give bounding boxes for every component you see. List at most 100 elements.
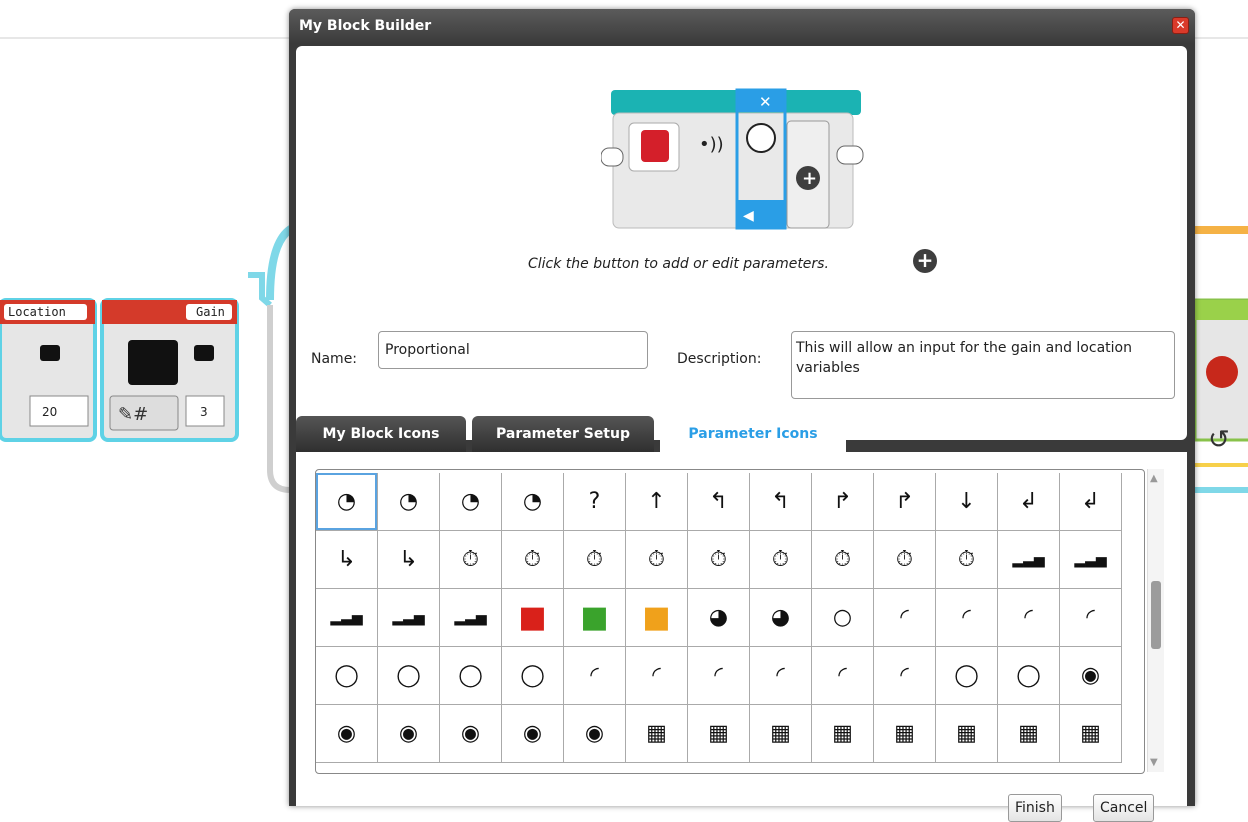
timer-1-icon[interactable]: ⏱ bbox=[502, 531, 564, 589]
gain-value: 3 bbox=[200, 405, 208, 419]
large-motor-icon bbox=[1206, 356, 1238, 388]
tab-parameter-icons[interactable]: Parameter Icons bbox=[660, 416, 846, 452]
tab-parameter-setup[interactable]: Parameter Setup bbox=[472, 416, 654, 452]
arrow-turn-right-icon[interactable]: ↱ bbox=[812, 473, 874, 531]
speedometer-icon[interactable]: ◔ bbox=[502, 473, 564, 531]
display-icon[interactable]: ▦ bbox=[812, 705, 874, 763]
timer-2-icon[interactable]: ⏱ bbox=[564, 531, 626, 589]
finish-button[interactable]: Finish bbox=[1008, 794, 1062, 822]
description-label: Description: bbox=[677, 351, 762, 367]
display-icon[interactable]: ▦ bbox=[998, 705, 1060, 763]
arrow-turn-left-icon[interactable]: ↰ bbox=[750, 473, 812, 531]
arc-light-icon[interactable]: ◜ bbox=[812, 647, 874, 705]
dialog-title: My Block Builder bbox=[299, 18, 432, 34]
display-icon[interactable]: ▦ bbox=[626, 705, 688, 763]
description-field[interactable]: This will allow an input for the gain an… bbox=[791, 331, 1175, 399]
arc-light-icon[interactable]: ◜ bbox=[874, 647, 936, 705]
red-square-icon[interactable]: ■ bbox=[502, 589, 564, 647]
arc-icon[interactable]: ◜ bbox=[874, 589, 936, 647]
speedometer-icon bbox=[746, 123, 776, 153]
arrow-down-left-icon[interactable]: ↲ bbox=[1060, 473, 1122, 531]
arrow-down-icon[interactable]: ↓ bbox=[936, 473, 998, 531]
plus-icon: + bbox=[802, 168, 817, 189]
signal-bars-icon[interactable]: ▂▃▅ bbox=[378, 589, 440, 647]
ring-icon[interactable]: ◯ bbox=[440, 647, 502, 705]
circle-icon[interactable]: ○ bbox=[812, 589, 874, 647]
display-icon[interactable]: ▦ bbox=[1060, 705, 1122, 763]
timer-4-icon[interactable]: ⏱ bbox=[688, 531, 750, 589]
add-parameter-plus-icon[interactable]: + bbox=[913, 249, 937, 273]
signal-bars-icon[interactable]: ▂▃▅ bbox=[316, 589, 378, 647]
signal-bars-icon[interactable]: ▂▃▅ bbox=[998, 531, 1060, 589]
speedometer-icon[interactable]: ◔ bbox=[316, 473, 378, 531]
motor-icon[interactable]: ◉ bbox=[440, 705, 502, 763]
display-icon[interactable]: ▦ bbox=[750, 705, 812, 763]
motor-icon[interactable]: ◉ bbox=[502, 705, 564, 763]
move-left-icon[interactable]: ◀ bbox=[743, 208, 754, 224]
arc-light-icon[interactable]: ◜ bbox=[626, 647, 688, 705]
motor-icon[interactable]: ◉ bbox=[378, 705, 440, 763]
close-icon[interactable]: ✕ bbox=[1172, 17, 1189, 34]
motor-icon[interactable]: ◉ bbox=[316, 705, 378, 763]
head-gears-icon bbox=[641, 130, 669, 162]
ring-icon[interactable]: ◯ bbox=[936, 647, 998, 705]
ring-icon[interactable]: ◯ bbox=[316, 647, 378, 705]
add-parameter-hint: Click the button to add or edit paramete… bbox=[528, 256, 829, 272]
arrow-up-icon[interactable]: ↑ bbox=[626, 473, 688, 531]
arrow-down-right-icon[interactable]: ↳ bbox=[316, 531, 378, 589]
scrollbar-thumb[interactable] bbox=[1151, 581, 1161, 649]
display-icon[interactable]: ▦ bbox=[688, 705, 750, 763]
tab-my-block-icons[interactable]: My Block Icons bbox=[296, 416, 466, 452]
help-speedometer-icon[interactable]: ? bbox=[564, 473, 626, 531]
arc-icon[interactable]: ◜ bbox=[998, 589, 1060, 647]
arrow-turn-right-icon[interactable]: ↱ bbox=[874, 473, 936, 531]
green-square-icon[interactable]: ■ bbox=[564, 589, 626, 647]
number-dial-icon[interactable]: ◕ bbox=[688, 589, 750, 647]
signal-bars-icon[interactable]: ▂▃▅ bbox=[440, 589, 502, 647]
my-block-builder-dialog: My Block Builder ✕ •)) ✕ ◀ + Click the b… bbox=[289, 9, 1195, 822]
ring-icon[interactable]: ◯ bbox=[378, 647, 440, 705]
write-number-icon: ✎# bbox=[118, 404, 148, 425]
orange-square-icon[interactable]: ■ bbox=[626, 589, 688, 647]
scroll-up-icon[interactable]: ▲ bbox=[1150, 473, 1158, 484]
timer-8-icon[interactable]: ⏱ bbox=[936, 531, 998, 589]
display-icon[interactable]: ▦ bbox=[874, 705, 936, 763]
name-field[interactable] bbox=[378, 331, 648, 369]
arc-light-icon[interactable]: ◜ bbox=[750, 647, 812, 705]
ring-icon[interactable]: ◯ bbox=[998, 647, 1060, 705]
dialog-titlebar[interactable]: My Block Builder ✕ bbox=[289, 9, 1195, 43]
gain-block-label: Gain bbox=[196, 305, 225, 319]
motor-icon[interactable]: ◉ bbox=[564, 705, 626, 763]
arc-light-icon[interactable]: ◜ bbox=[564, 647, 626, 705]
location-value: 20 bbox=[42, 405, 57, 419]
timer-7-icon[interactable]: ⏱ bbox=[874, 531, 936, 589]
sensor-input-icon: •)) bbox=[699, 134, 724, 155]
arc-icon[interactable]: ◜ bbox=[1060, 589, 1122, 647]
arrow-turn-left-icon[interactable]: ↰ bbox=[688, 473, 750, 531]
display-icon[interactable]: ▦ bbox=[936, 705, 998, 763]
motor-icon[interactable]: ◉ bbox=[1060, 647, 1122, 705]
arc-icon[interactable]: ◜ bbox=[936, 589, 998, 647]
block-preview-area: •)) ✕ ◀ + Click the button to add or edi… bbox=[296, 46, 1187, 440]
remove-parameter-icon[interactable]: ✕ bbox=[759, 93, 772, 111]
arrow-down-right-icon[interactable]: ↳ bbox=[378, 531, 440, 589]
ring-icon[interactable]: ◯ bbox=[502, 647, 564, 705]
motor-block[interactable]: ↺ bbox=[1193, 298, 1248, 455]
briefcase-icon bbox=[128, 340, 178, 385]
scroll-down-icon[interactable]: ▼ bbox=[1150, 757, 1158, 768]
gain-variable-block[interactable]: Gain ✎# 3 bbox=[100, 298, 239, 442]
signal-bars-icon[interactable]: ▂▃▅ bbox=[1060, 531, 1122, 589]
arrow-down-left-icon[interactable]: ↲ bbox=[998, 473, 1060, 531]
location-variable-block[interactable]: Location 20 bbox=[0, 298, 97, 442]
timer-6-icon[interactable]: ⏱ bbox=[812, 531, 874, 589]
arc-light-icon[interactable]: ◜ bbox=[688, 647, 750, 705]
cancel-button[interactable]: Cancel bbox=[1093, 794, 1155, 822]
degrees-dial-icon[interactable]: ◕ bbox=[750, 589, 812, 647]
parameter-icons-panel: ◔ ◔ ◔ ◔? ↑ ↰ ↰ ↱ ↱ ↓ ↲ ↲ ↳ ↳ ⏱ ⏱ ⏱ ⏱ ⏱ ⏱ ⏱ ⏱ ⏱ ▂▃▅ ▂▃▅ ▂▃▅ ▂▃▅ ▂▃▅ ■… bbox=[296, 452, 1187, 822]
timer-5-icon[interactable]: ⏱ bbox=[750, 531, 812, 589]
timer-icon[interactable]: ⏱ bbox=[440, 531, 502, 589]
icon-grid-scrollbar[interactable]: ▲ ▼ bbox=[1147, 469, 1164, 772]
speedometer-icon[interactable]: ◔ bbox=[378, 473, 440, 531]
speedometer-icon[interactable]: ◔ bbox=[440, 473, 502, 531]
timer-3-icon[interactable]: ⏱ bbox=[626, 531, 688, 589]
